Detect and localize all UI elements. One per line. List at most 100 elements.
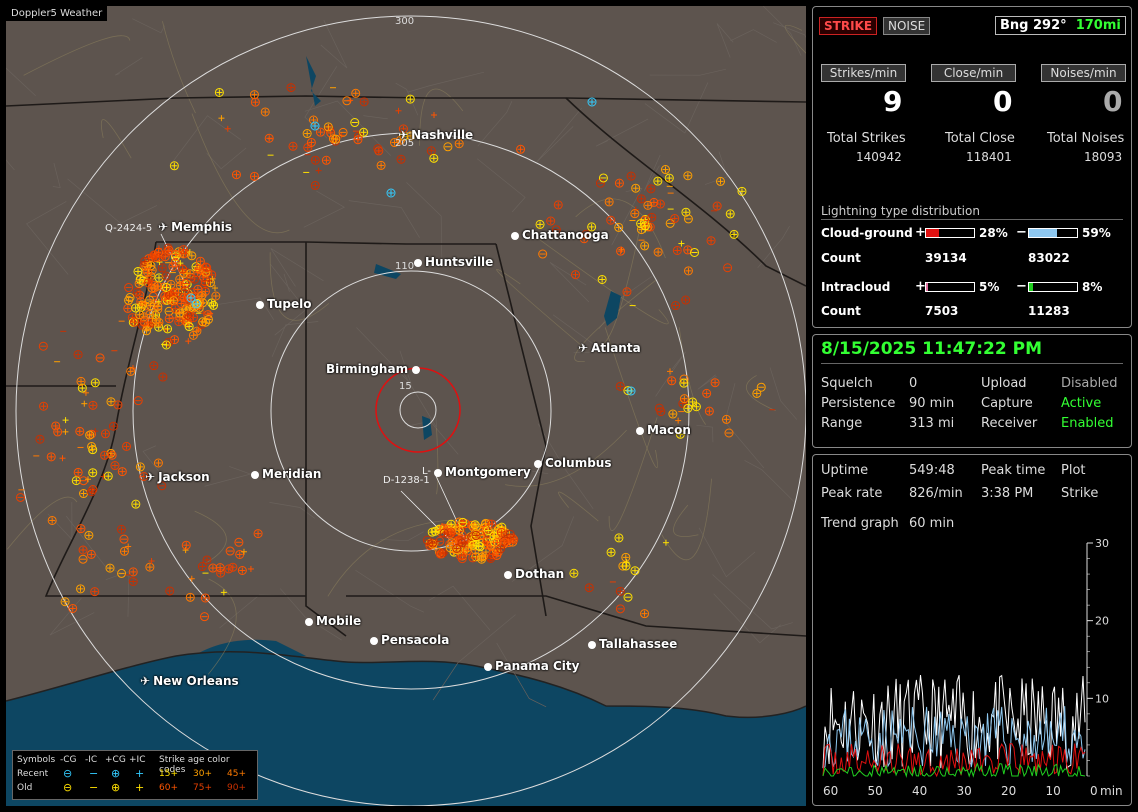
road-line xyxy=(784,24,806,54)
receiver-value[interactable]: Enabled xyxy=(1061,416,1114,431)
city-dot-icon xyxy=(412,366,421,374)
lake xyxy=(306,56,321,106)
city-columbus[interactable]: Columbus xyxy=(534,456,612,470)
county-line xyxy=(698,527,756,578)
county-line xyxy=(270,248,324,287)
peak-rate-value: 826/min xyxy=(909,486,963,501)
road-line xyxy=(436,427,439,495)
city-memphis[interactable]: ✈ Memphis xyxy=(158,220,232,234)
county-line xyxy=(697,374,717,390)
persistence-value[interactable]: 90 min xyxy=(909,396,954,411)
county-line xyxy=(355,569,425,613)
city-tallahassee[interactable]: Tallahassee xyxy=(588,637,677,651)
ic-neg-bar xyxy=(1028,282,1078,292)
county-line xyxy=(204,466,252,487)
cg-pos-count: 39134 xyxy=(925,251,967,265)
trend-x-tick-label: 0 xyxy=(1090,784,1098,798)
city-meridian[interactable]: Meridian xyxy=(251,467,321,481)
upload-value[interactable]: Disabled xyxy=(1061,376,1117,391)
road-line xyxy=(496,269,587,351)
age-code: 90+ xyxy=(227,783,246,793)
county-line xyxy=(320,20,348,69)
airport-icon: ✈ xyxy=(158,220,169,234)
city-new-orleans[interactable]: ✈ New Orleans xyxy=(140,674,239,688)
cg-neg-pct: 59% xyxy=(1082,226,1111,240)
state-border xyxy=(565,97,806,287)
county-line xyxy=(303,190,345,228)
receiver-label: Receiver xyxy=(981,416,1038,431)
city-dot-icon xyxy=(636,427,644,435)
neg-cg-icon: ⊖ xyxy=(63,767,73,780)
storm-marker-label[interactable]: Q-2424-5 xyxy=(105,223,152,234)
total-close-value: 118401 xyxy=(966,150,1012,164)
app-title: Doppler5 Weather xyxy=(6,6,108,21)
city-montgomery[interactable]: Montgomery xyxy=(434,465,531,479)
city-huntsville[interactable]: Huntsville xyxy=(414,255,493,269)
uptime-value: 549:48 xyxy=(909,463,955,478)
city-dot-icon xyxy=(370,637,378,645)
strikes-per-min-label: Strikes/min xyxy=(821,64,906,82)
bearing-value: Bng 292° xyxy=(1000,18,1067,33)
county-line xyxy=(6,159,15,171)
city-birmingham[interactable]: Birmingham xyxy=(326,362,423,376)
city-mobile[interactable]: Mobile xyxy=(305,614,361,628)
noise-mode-button[interactable]: NOISE xyxy=(883,17,931,35)
strike-mode-button[interactable]: STRIKE xyxy=(819,17,878,35)
city-panama-city[interactable]: Panama City xyxy=(484,659,579,673)
trend-x-tick-label: 40 xyxy=(912,784,927,798)
plot-label: Plot xyxy=(1061,463,1086,478)
upload-label: Upload xyxy=(981,376,1027,391)
strike-stats-panel: STRIKE NOISE Bng 292° 170mi Strikes/min … xyxy=(812,6,1132,328)
county-line xyxy=(132,18,165,34)
county-line xyxy=(49,597,95,636)
county-line xyxy=(655,351,686,397)
total-noises-label: Total Noises xyxy=(1047,131,1125,146)
county-line xyxy=(269,502,316,519)
status-panel: 8/15/2025 11:47:22 PM Squelch 0 Upload D… xyxy=(812,334,1132,448)
county-line xyxy=(271,321,319,358)
capture-value[interactable]: Active xyxy=(1061,396,1101,411)
city-tupelo[interactable]: Tupelo xyxy=(256,297,312,311)
age-code: 45+ xyxy=(227,769,246,779)
city-jackson[interactable]: ✈ Jackson xyxy=(145,470,210,484)
range-label: Range xyxy=(821,416,863,431)
distribution-title: Lightning type distribution xyxy=(821,204,980,218)
city-pensacola[interactable]: Pensacola xyxy=(370,633,449,647)
strikes-per-min-value: 9 xyxy=(883,85,903,118)
squelch-value[interactable]: 0 xyxy=(909,376,917,391)
squelch-label: Squelch xyxy=(821,376,873,391)
county-line xyxy=(348,200,420,238)
plot-value[interactable]: Strike xyxy=(1061,486,1098,501)
airport-icon: ✈ xyxy=(145,470,156,484)
county-line xyxy=(549,262,590,303)
city-dothan[interactable]: Dothan xyxy=(504,567,564,581)
legend-header: -CG xyxy=(60,755,77,765)
road-line xyxy=(673,504,699,537)
city-dot-icon xyxy=(534,460,542,468)
range-value[interactable]: 313 mi xyxy=(909,416,954,431)
trend-graph-value[interactable]: 60 min xyxy=(909,516,954,531)
trend-series-line xyxy=(822,743,1086,778)
age-code: 75+ xyxy=(193,783,212,793)
lightning-map[interactable]: Doppler5 Weather 300 205 110 15 ✈ Nashvil… xyxy=(6,6,806,806)
bearing-readout[interactable]: Bng 292° 170mi xyxy=(995,16,1126,35)
range-ring-label: 300 xyxy=(395,16,415,27)
county-line xyxy=(772,22,806,39)
bearing-range: 170mi xyxy=(1075,18,1121,33)
legend-header: +CG xyxy=(105,755,126,765)
noises-per-min-label: Noises/min xyxy=(1041,64,1126,82)
city-nashville[interactable]: ✈ Nashville xyxy=(398,128,473,142)
peak-time-value: 3:38 PM xyxy=(981,486,1034,501)
lake xyxy=(604,291,621,326)
storm-marker-label[interactable]: L- xyxy=(422,466,431,477)
range-ring-label: 110 xyxy=(395,261,415,272)
county-line xyxy=(407,71,485,93)
city-dot-icon xyxy=(484,663,492,671)
road-line xyxy=(539,239,669,325)
legend-header: -IC xyxy=(85,755,98,765)
city-atlanta[interactable]: ✈ Atlanta xyxy=(578,341,641,355)
total-strikes-label: Total Strikes xyxy=(827,131,906,146)
city-chattanooga[interactable]: Chattanooga xyxy=(511,228,609,242)
map-canvas[interactable] xyxy=(6,6,806,806)
city-macon[interactable]: Macon xyxy=(636,423,691,437)
